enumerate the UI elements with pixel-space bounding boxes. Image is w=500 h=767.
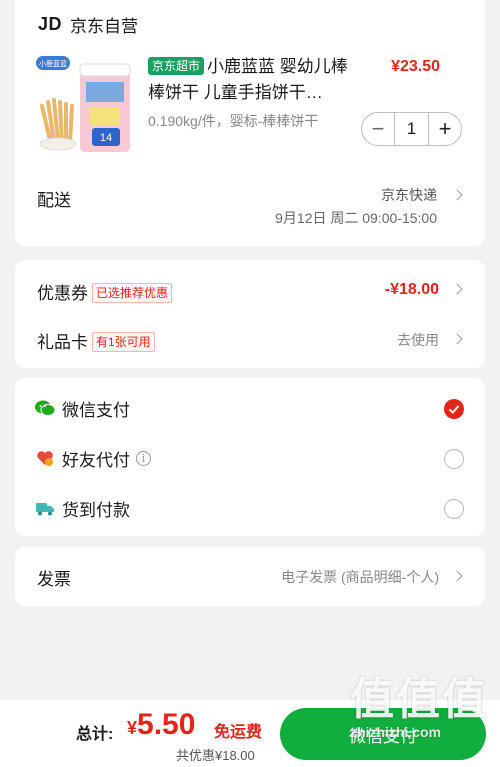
- watermark-logo: 值值值: [350, 675, 488, 724]
- giftcard-label: 礼品卡: [37, 333, 88, 352]
- payment-card: 微信支付 好友代付 i 货到付款: [15, 378, 485, 536]
- increase-button[interactable]: +: [429, 113, 461, 145]
- image-price-label: 14: [100, 132, 112, 144]
- giftcard-action[interactable]: 去使用: [397, 330, 439, 350]
- delivery-truck-icon: [36, 503, 54, 516]
- total-value: 5.50: [137, 708, 196, 741]
- delivery-label: 配送: [37, 191, 71, 210]
- shop-header: JD 京东自营: [38, 12, 138, 36]
- product-title[interactable]: 京东超市 小鹿蓝蓝 婴幼儿棒棒饼干 儿童手指饼干…: [148, 54, 360, 106]
- decrease-button[interactable]: −: [362, 113, 394, 145]
- cod-radio[interactable]: [444, 499, 464, 519]
- invoice-card[interactable]: 发票 电子发票 (商品明细-个人): [15, 547, 485, 606]
- invoice-label: 发票: [37, 570, 71, 589]
- total-amount: ¥5.50: [127, 708, 195, 742]
- coupon-tag: 已选推荐优惠: [92, 283, 173, 303]
- product-image[interactable]: 14 小鹿蓝蓝: [36, 52, 136, 160]
- wechat-pay-radio-checked[interactable]: [444, 399, 464, 419]
- giftcard-chevron-icon[interactable]: [451, 333, 463, 345]
- coupon-chevron-icon[interactable]: [451, 283, 463, 295]
- currency-symbol: ¥: [127, 718, 138, 738]
- watermark: 值值值 zhizhizhi.com: [350, 675, 488, 741]
- watermark-url: zhizhizhi.com: [350, 724, 441, 740]
- coupon-row[interactable]: 优惠券 已选推荐优惠: [37, 279, 173, 304]
- giftcard-row[interactable]: 礼品卡 有1张可用: [37, 328, 155, 353]
- friend-pay-radio[interactable]: [444, 449, 464, 469]
- image-brand-label: 小鹿蓝蓝: [39, 59, 67, 68]
- delivery-method[interactable]: 京东快递: [381, 185, 437, 205]
- quantity-value[interactable]: 1: [394, 113, 429, 145]
- free-shipping-label: 免运费: [214, 724, 263, 741]
- cod-label: 货到付款: [62, 500, 130, 520]
- jd-logo: JD: [38, 13, 63, 34]
- shop-name: 京东自营: [70, 16, 139, 36]
- payment-option-friend[interactable]: 好友代付 i: [35, 445, 151, 471]
- info-icon[interactable]: i: [136, 450, 151, 466]
- giftcard-tag: 有1张可用: [92, 332, 155, 352]
- checkmark-icon: [448, 405, 460, 414]
- coupon-label: 优惠券: [37, 284, 88, 303]
- invoice-value[interactable]: 电子发票 (商品明细-个人): [281, 567, 439, 587]
- payment-option-cod[interactable]: 货到付款: [35, 495, 130, 521]
- wechat-pay-label: 微信支付: [62, 400, 130, 420]
- invoice-chevron-icon[interactable]: [451, 570, 463, 582]
- product-spec: 0.190kg/件，婴标-棒棒饼干: [148, 113, 319, 129]
- quantity-stepper: − 1 +: [361, 112, 462, 146]
- total-label: 总计:: [76, 726, 114, 743]
- order-card: JD 京东自营 14 小鹿蓝蓝 京东超市 小鹿蓝蓝 婴幼儿棒棒饼干 儿童手指饼干…: [15, 0, 485, 246]
- discount-card: 优惠券 已选推荐优惠 -¥18.00 礼品卡 有1张可用 去使用: [15, 260, 485, 368]
- delivery-time[interactable]: 9月12日 周二 09:00-15:00: [275, 208, 437, 228]
- jd-market-tag: 京东超市: [148, 57, 205, 75]
- product-price: ¥23.50: [391, 58, 440, 75]
- friend-pay-label: 好友代付: [62, 450, 130, 470]
- payment-option-wechat[interactable]: 微信支付: [35, 395, 130, 421]
- wechat-icon: [35, 400, 55, 416]
- total-saved: 共优惠¥18.00: [176, 748, 255, 763]
- friend-pay-icon: [37, 451, 53, 466]
- coupon-value[interactable]: -¥18.00: [385, 281, 439, 299]
- delivery-chevron-icon[interactable]: [451, 189, 463, 201]
